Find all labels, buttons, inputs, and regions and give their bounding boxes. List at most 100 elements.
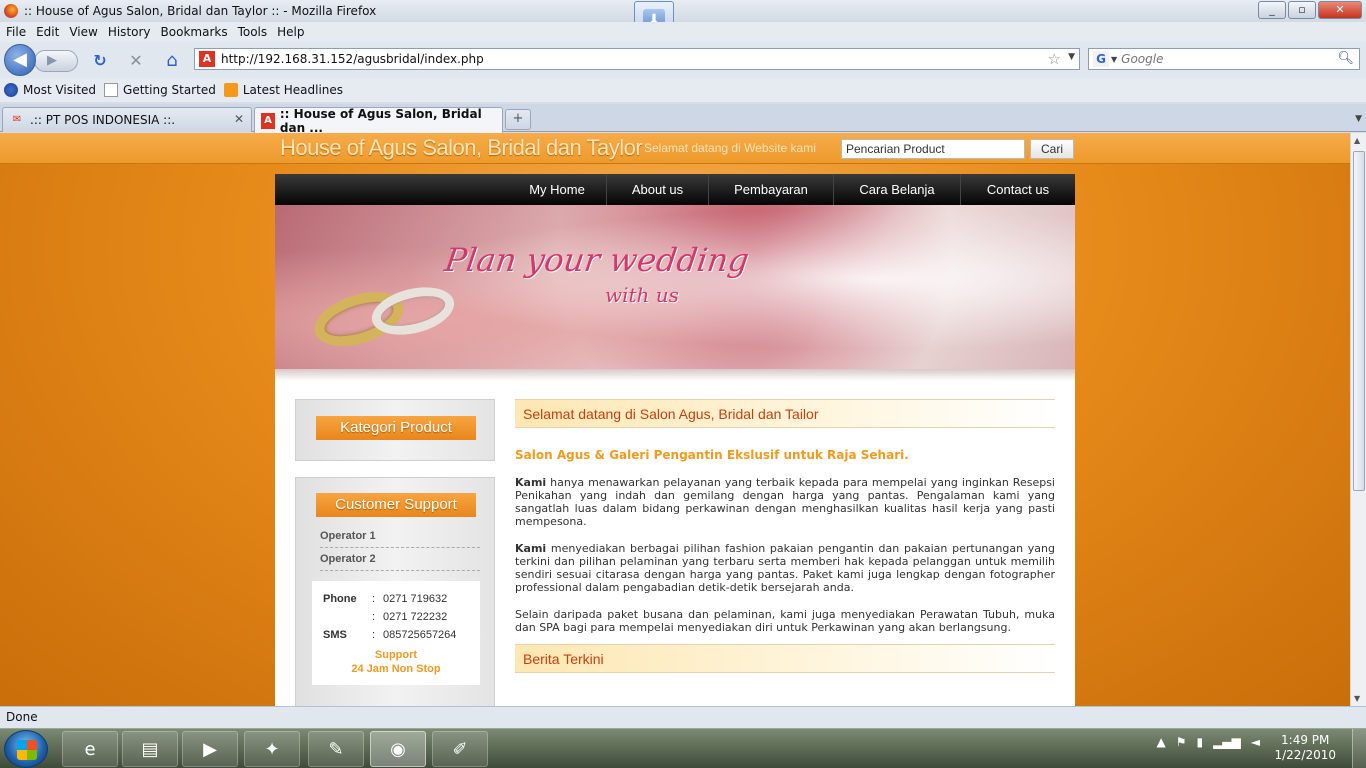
nav-pembayaran[interactable]: Pembayaran bbox=[708, 174, 833, 205]
scroll-down-icon[interactable]: ▼ bbox=[1354, 694, 1360, 703]
paint-taskbar-icon[interactable]: ✐ bbox=[432, 731, 488, 767]
system-clock[interactable]: 1:49 PM 1/22/2010 bbox=[1274, 733, 1336, 763]
page-container: My Home About us Pembayaran Cara Belanja… bbox=[275, 174, 1075, 706]
internet-explorer-taskbar-icon[interactable]: e bbox=[62, 731, 118, 767]
product-search-input[interactable]: Pencarian Product bbox=[841, 139, 1025, 159]
bookmark-star-icon[interactable]: ☆ bbox=[1048, 50, 1061, 68]
site-logo[interactable]: House of Agus Salon, Bridal dan Taylor bbox=[280, 135, 643, 161]
bookmark-getting-started[interactable]: Getting Started bbox=[104, 83, 216, 97]
minimize-button[interactable]: _ bbox=[1258, 1, 1286, 19]
bookmark-latest-headlines[interactable]: Latest Headlines bbox=[223, 83, 344, 97]
nav-contact-us[interactable]: Contact us bbox=[960, 174, 1075, 205]
menu-history[interactable]: History bbox=[108, 25, 151, 39]
menubar: File Edit View History Bookmarks Tools H… bbox=[0, 22, 1366, 42]
status-text: Done bbox=[6, 710, 38, 724]
media-player-taskbar-icon[interactable]: ▶ bbox=[182, 731, 238, 767]
customer-support-title: Customer Support bbox=[316, 493, 476, 517]
firefox-taskbar-icon[interactable]: ◉ bbox=[370, 731, 426, 767]
url-dropdown-icon[interactable]: ▼ bbox=[1068, 52, 1075, 62]
window-controls: _ ▫ ✕ bbox=[1258, 1, 1362, 19]
operator-1-link[interactable]: Operator 1 bbox=[320, 530, 480, 548]
messenger-taskbar-icon[interactable]: ✦ bbox=[244, 731, 300, 767]
scrollbar-thumb[interactable] bbox=[1353, 151, 1365, 491]
stop-icon[interactable]: ✕ bbox=[126, 51, 146, 71]
para-text: hanya menawarkan pelayanan yang terbaik … bbox=[515, 476, 1055, 528]
tab-strip: ✉ .:: PT POS INDONESIA ::. ✕ A :: House … bbox=[0, 104, 1366, 135]
google-icon[interactable]: G bbox=[1093, 51, 1109, 67]
menu-edit[interactable]: Edit bbox=[36, 25, 59, 39]
intro-subtitle: Salon Agus & Galeri Pengantin Ekslusif u… bbox=[515, 448, 909, 462]
bookmark-label: Most Visited bbox=[23, 83, 97, 97]
sms-label: SMS bbox=[323, 629, 347, 641]
utility-taskbar-icon[interactable]: ✎ bbox=[308, 731, 364, 767]
network-icon[interactable]: ▂▄▆ bbox=[1213, 735, 1241, 749]
new-tab-button[interactable]: + bbox=[505, 109, 531, 130]
bookmarks-toolbar: Most Visited Getting Started Latest Head… bbox=[0, 78, 1366, 102]
nav-my-home[interactable]: My Home bbox=[507, 174, 607, 205]
close-button[interactable]: ✕ bbox=[1318, 1, 1362, 19]
windows-taskbar: e ▤ ▶ ✦ ✎ ◉ ✐ ▲ ⚑ ▮ ▂▄▆ ◄ 1:49 PM 1/22/2… bbox=[0, 728, 1366, 768]
list-all-tabs-icon[interactable]: ▼ bbox=[1355, 114, 1362, 124]
url-text[interactable]: http://192.168.31.152/agusbridal/index.p… bbox=[221, 52, 484, 66]
tab-pos-indonesia[interactable]: ✉ .:: PT POS INDONESIA ::. ✕ bbox=[2, 107, 252, 132]
bookmark-most-visited[interactable]: Most Visited bbox=[4, 83, 96, 97]
site-favicon-icon: A bbox=[199, 51, 215, 67]
site-top-strip: House of Agus Salon, Bridal dan Taylor S… bbox=[0, 133, 1350, 164]
volume-icon[interactable]: ◄ bbox=[1251, 735, 1260, 749]
clock-time: 1:49 PM bbox=[1281, 733, 1330, 747]
back-button[interactable]: ◀ bbox=[4, 44, 36, 76]
start-button[interactable] bbox=[4, 730, 48, 768]
bookmark-label: Latest Headlines bbox=[242, 83, 344, 97]
tab-label: .:: PT POS INDONESIA ::. bbox=[30, 113, 176, 127]
forward-button[interactable]: ▶ bbox=[34, 50, 78, 72]
web-content: House of Agus Salon, Bridal dan Taylor S… bbox=[0, 133, 1350, 706]
clock-date: 1/22/2010 bbox=[1274, 748, 1336, 762]
reload-icon[interactable]: ↻ bbox=[90, 51, 110, 71]
search-icon[interactable]: 🔍︎ bbox=[1337, 51, 1354, 66]
colon-separator: : bbox=[372, 611, 376, 623]
banner-divider bbox=[275, 369, 1075, 381]
scroll-up-icon[interactable]: ▲ bbox=[1354, 136, 1360, 145]
site-favicon-icon: A bbox=[261, 112, 275, 129]
menu-tools[interactable]: Tools bbox=[238, 25, 268, 39]
para-text: menyediakan berbagai pilihan fashion pak… bbox=[515, 542, 1055, 594]
vertical-scrollbar[interactable]: ▲ ▼ bbox=[1350, 133, 1366, 706]
page-icon bbox=[104, 83, 119, 97]
welcome-text: Selamat datang di Website kami bbox=[644, 141, 816, 155]
phone-number-2: 0271 722232 bbox=[383, 611, 448, 623]
most-visited-icon bbox=[4, 83, 18, 97]
menu-view[interactable]: View bbox=[69, 25, 97, 39]
close-tab-icon[interactable]: ✕ bbox=[234, 112, 244, 126]
welcome-heading: Selamat datang di Salon Agus, Bridal dan… bbox=[515, 399, 1055, 428]
maximize-button[interactable]: ▫ bbox=[1288, 1, 1316, 19]
show-hidden-icons-icon[interactable]: ▲ bbox=[1156, 735, 1165, 749]
url-bar[interactable]: A http://192.168.31.152/agusbridal/index… bbox=[194, 48, 1080, 70]
tab-house-of-agus[interactable]: A :: House of Agus Salon, Bridal dan ... bbox=[254, 107, 503, 135]
nav-cara-belanja[interactable]: Cara Belanja bbox=[833, 174, 960, 205]
file-explorer-taskbar-icon[interactable]: ▤ bbox=[122, 731, 178, 767]
para-lead: Kami bbox=[515, 476, 547, 489]
phone-label: Phone bbox=[323, 593, 357, 605]
show-desktop-button[interactable] bbox=[1352, 729, 1366, 768]
home-icon[interactable]: ⌂ bbox=[162, 51, 182, 71]
intro-paragraph-2: Kami menyediakan berbagai pilihan fashio… bbox=[515, 542, 1055, 594]
action-center-icon[interactable]: ⚑ bbox=[1176, 735, 1187, 749]
window-title: :: House of Agus Salon, Bridal dan Taylo… bbox=[24, 4, 377, 18]
kategori-product-box: Kategori Product bbox=[295, 399, 495, 461]
menu-bookmarks[interactable]: Bookmarks bbox=[161, 25, 228, 39]
phone-number-1: 0271 719632 bbox=[383, 593, 448, 605]
kategori-product-title: Kategori Product bbox=[316, 416, 476, 440]
search-engine-dropdown-icon[interactable]: ▼ bbox=[1111, 55, 1117, 64]
menu-file[interactable]: File bbox=[6, 25, 26, 39]
nav-about-us[interactable]: About us bbox=[606, 174, 708, 205]
menu-help[interactable]: Help bbox=[277, 25, 304, 39]
operator-2-link[interactable]: Operator 2 bbox=[320, 553, 480, 571]
sms-number: 085725657264 bbox=[383, 629, 457, 641]
device-icon[interactable]: ▮ bbox=[1196, 735, 1203, 749]
intro-paragraph-1: Kami hanya menawarkan pelayanan yang ter… bbox=[515, 476, 1055, 528]
search-bar[interactable]: G ▼ 🔍︎ bbox=[1088, 48, 1360, 70]
search-input[interactable] bbox=[1121, 52, 1332, 66]
para-lead: Kami bbox=[515, 542, 547, 555]
search-submit-button[interactable]: Cari bbox=[1030, 139, 1074, 159]
colon-separator: : bbox=[372, 629, 376, 641]
